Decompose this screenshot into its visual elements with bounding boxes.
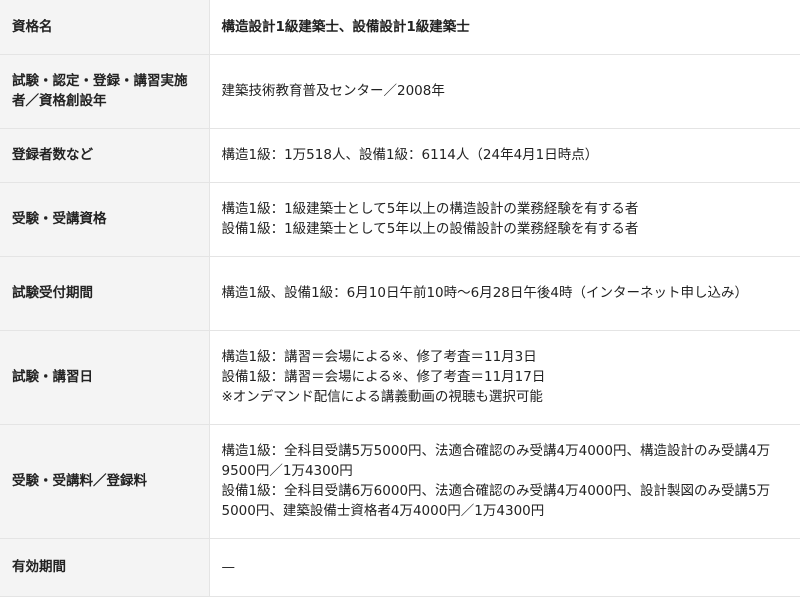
row-label-text: 登録者数など xyxy=(12,147,93,163)
row-value: — xyxy=(209,538,800,597)
row-label-text: 受験・受講料／登録料 xyxy=(12,473,147,489)
row-label: 受験・受講料／登録料 xyxy=(0,424,210,539)
row-label: 有効期間 xyxy=(0,538,210,597)
row-value-line: 建築技術教育普及センター／2008年 xyxy=(221,83,445,99)
row-label: 試験・認定・登録・講習実施者／資格創設年 xyxy=(0,54,210,129)
row-value-line: 設備1級：全科目受講6万6000円、法適合確認のみ受講4万4000円、設計製図の… xyxy=(221,483,771,519)
row-label-text: 試験・認定・登録・講習実施者／資格創設年 xyxy=(12,73,188,109)
row-label: 資格名 xyxy=(0,0,210,55)
row-label-text: 試験・講習日 xyxy=(12,369,93,385)
row-value: 構造1級：講習＝会場による※、修了考査＝11月3日 設備1級：講習＝会場による※… xyxy=(209,330,800,425)
row-value-line: 構造1級：全科目受講5万5000円、法適合確認のみ受講4万4000円、構造設計の… xyxy=(221,443,771,479)
row-value-line: 構造1級：1万518人、設備1級：6114人（24年4月1日時点） xyxy=(221,147,599,163)
row-value: 構造1級：全科目受講5万5000円、法適合確認のみ受講4万4000円、構造設計の… xyxy=(209,424,800,539)
row-value-line: 設備1級：1級建築士として5年以上の設備設計の業務経験を有する者 xyxy=(221,221,639,237)
row-value-line: 構造1級、設備1級：6月10日午前10時～6月28日午後4時（インターネット申し… xyxy=(221,285,748,301)
row-value: 建築技術教育普及センター／2008年 xyxy=(209,54,800,129)
table-row: 資格名 構造設計1級建築士、設備設計1級建築士 xyxy=(0,0,800,55)
row-label: 登録者数など xyxy=(0,128,210,183)
row-value: 構造1級：1万518人、設備1級：6114人（24年4月1日時点） xyxy=(209,128,800,183)
row-value-line: — xyxy=(221,559,236,575)
row-label-text: 資格名 xyxy=(12,18,53,35)
qualification-spec-table: 資格名 構造設計1級建築士、設備設計1級建築士 試験・認定・登録・講習実施者／資… xyxy=(0,0,800,597)
row-value-line: 構造1級：講習＝会場による※、修了考査＝11月3日 xyxy=(221,349,537,365)
table-row: 試験受付期間 構造1級、設備1級：6月10日午前10時～6月28日午後4時（イン… xyxy=(0,256,800,331)
row-label: 受験・受講資格 xyxy=(0,182,210,257)
row-label: 試験・講習日 xyxy=(0,330,210,425)
table-row: 受験・受講料／登録料 構造1級：全科目受講5万5000円、法適合確認のみ受講4万… xyxy=(0,424,800,539)
table-row: 試験・認定・登録・講習実施者／資格創設年 建築技術教育普及センター／2008年 xyxy=(0,54,800,129)
row-value: 構造設計1級建築士、設備設計1級建築士 xyxy=(209,0,800,55)
row-value-line: 設備1級：講習＝会場による※、修了考査＝11月17日 xyxy=(221,369,546,385)
row-value-line: 構造1級：1級建築士として5年以上の構造設計の業務経験を有する者 xyxy=(221,201,639,217)
table-row: 受験・受講資格 構造1級：1級建築士として5年以上の構造設計の業務経験を有する者… xyxy=(0,182,800,257)
row-label: 試験受付期間 xyxy=(0,256,210,331)
row-value-line: 構造設計1級建築士、設備設計1級建築士 xyxy=(221,18,470,35)
row-label-text: 試験受付期間 xyxy=(12,285,93,301)
row-value: 構造1級、設備1級：6月10日午前10時～6月28日午後4時（インターネット申し… xyxy=(209,256,800,331)
row-value: 構造1級：1級建築士として5年以上の構造設計の業務経験を有する者 設備1級：1級… xyxy=(209,182,800,257)
row-label-text: 有効期間 xyxy=(12,559,66,575)
table-row: 登録者数など 構造1級：1万518人、設備1級：6114人（24年4月1日時点） xyxy=(0,128,800,183)
row-value-line: ※オンデマンド配信による講義動画の視聴も選択可能 xyxy=(221,389,543,405)
table-row: 試験・講習日 構造1級：講習＝会場による※、修了考査＝11月3日 設備1級：講習… xyxy=(0,330,800,425)
table-row: 有効期間 — xyxy=(0,538,800,597)
row-label-text: 受験・受講資格 xyxy=(12,211,107,227)
